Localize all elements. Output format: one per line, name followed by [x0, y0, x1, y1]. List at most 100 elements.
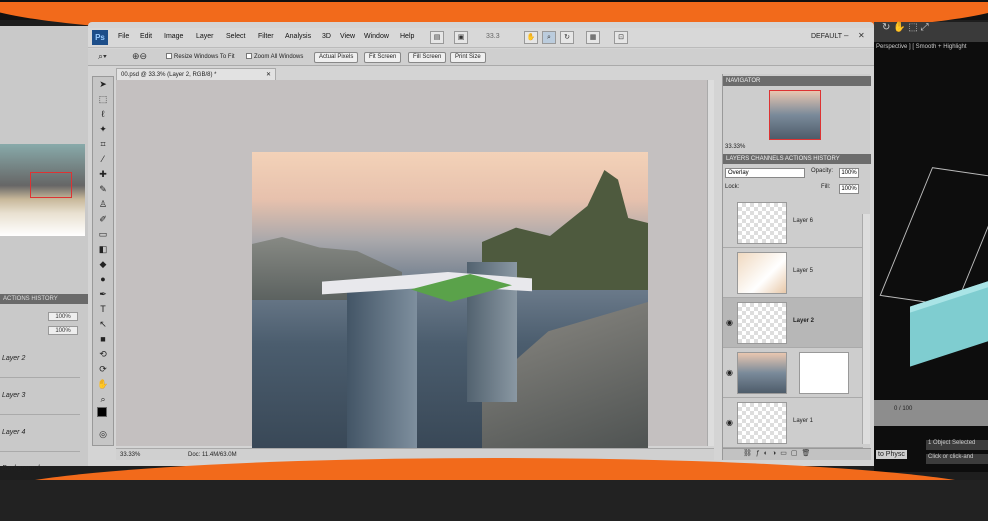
canvas-scrollbar[interactable] — [707, 80, 714, 446]
menu-file[interactable]: File — [118, 33, 129, 40]
left-layer-item[interactable]: Layer 2 — [0, 342, 80, 378]
eyedropper-tool-icon[interactable]: ⁄ — [93, 152, 113, 167]
pen-tool-icon[interactable]: ✒ — [93, 287, 113, 302]
resize-windows-checkbox[interactable]: Resize Windows To Fit — [166, 53, 235, 60]
workspace-switcher[interactable]: DEFAULT — [811, 33, 842, 40]
zoom-preset-icon[interactable]: ⌕▾ — [98, 51, 107, 62]
foreground-color-swatch[interactable] — [97, 407, 107, 417]
menu-image[interactable]: Image — [164, 33, 183, 40]
layer-thumbnail — [737, 302, 787, 344]
3d-orbit-tool-icon[interactable]: ⟳ — [93, 362, 113, 377]
time-slider[interactable] — [874, 400, 988, 426]
gradient-tool-icon[interactable]: ◧ — [93, 242, 113, 257]
image-tower-left — [347, 282, 417, 448]
menu-3d[interactable]: 3D — [322, 33, 331, 40]
menu-view[interactable]: View — [340, 33, 355, 40]
layers-panel-tabs[interactable]: LAYERS CHANNELS ACTIONS HISTORY — [723, 154, 871, 164]
menu-help[interactable]: Help — [400, 33, 414, 40]
blend-mode-select[interactable]: Overlay — [725, 168, 805, 178]
layer-row-selected[interactable]: ◉ Layer 2 — [723, 298, 863, 348]
menu-filter[interactable]: Filter — [258, 33, 274, 40]
fill-field[interactable]: 100% — [839, 184, 859, 194]
navigator-thumbnail[interactable] — [769, 90, 821, 140]
fill-label: Fill: — [821, 184, 831, 190]
left-layer-item[interactable]: Layer 4 — [0, 416, 80, 452]
layer-row[interactable]: Layer 6 — [723, 198, 863, 248]
arrange-documents-icon[interactable]: ▦ — [586, 31, 600, 44]
left-fill[interactable]: 100% — [48, 326, 78, 335]
status-zoom[interactable]: 33.33% — [120, 449, 140, 461]
view-extras-icon[interactable]: ▣ — [454, 31, 468, 44]
layer-name: Layer 1 — [793, 418, 814, 424]
opacity-field[interactable]: 100% — [839, 168, 859, 178]
brush-tool-icon[interactable]: ✎ — [93, 182, 113, 197]
clone-stamp-tool-icon[interactable]: ♙ — [93, 197, 113, 212]
marquee-tool-icon[interactable]: ⬚ — [93, 92, 113, 107]
eraser-tool-icon[interactable]: ▭ — [93, 227, 113, 242]
healing-brush-tool-icon[interactable]: ✚ — [93, 167, 113, 182]
zoom-level-field[interactable]: 33.3 — [486, 33, 500, 40]
eye-icon[interactable]: ◉ — [726, 318, 733, 327]
tools-panel: ➤ ⬚ ℓ ✦ ⌗ ⁄ ✚ ✎ ♙ ✐ ▭ ◧ ◆ ● ✒ T ↖ ■ ⟲ ⟳ … — [92, 76, 114, 446]
max-physc-label: to Physc — [876, 450, 907, 459]
history-brush-tool-icon[interactable]: ✐ — [93, 212, 113, 227]
menu-layer[interactable]: Layer — [196, 33, 214, 40]
max-toolbar[interactable]: ↻ ✋ ⬚ ⤢ — [874, 22, 988, 42]
document-tab-title: 00.psd @ 33.3% (Layer 2, RGB/8) * — [121, 72, 217, 78]
actual-pixels-button[interactable]: Actual Pixels — [314, 52, 359, 63]
layer-row[interactable]: ◉ — [723, 348, 863, 398]
left-opacity[interactable]: 100% — [48, 312, 78, 321]
fit-screen-button[interactable]: Fit Screen — [364, 52, 402, 63]
magic-wand-tool-icon[interactable]: ✦ — [93, 122, 113, 137]
layers-scrollbar[interactable] — [862, 214, 870, 444]
viewport-label[interactable]: Perspective ] [ Smooth + Highlight — [876, 44, 967, 50]
hand-tool-side-icon[interactable]: ✋ — [93, 377, 113, 392]
layer-mask-thumbnail[interactable] — [799, 352, 849, 394]
shape-tool-icon[interactable]: ■ — [93, 332, 113, 347]
zoom-tool-icon[interactable]: ⌕ — [542, 31, 556, 44]
fill-screen-button[interactable]: Fill Screen — [408, 52, 447, 63]
quick-mask-icon[interactable]: ◎ — [93, 427, 113, 442]
document-tab[interactable]: 00.psd @ 33.3% (Layer 2, RGB/8) * ✕ — [116, 68, 276, 80]
move-tool-icon[interactable]: ➤ — [93, 77, 113, 92]
layer-thumbnail — [737, 352, 787, 394]
layer-row[interactable]: ◉ Layer 1 — [723, 398, 863, 448]
zoom-all-windows-checkbox[interactable]: Zoom All Windows — [246, 53, 303, 60]
max-prompt-text: Click or click-and — [926, 454, 988, 464]
zoom-tool-side-icon[interactable]: ⌕ — [93, 392, 113, 407]
canvas-area[interactable] — [116, 80, 714, 448]
navigator-zoom[interactable]: 33.33% — [725, 144, 745, 150]
right-panels: NAVIGATOR 33.33% LAYERS CHANNELS ACTIONS… — [722, 74, 871, 460]
path-selection-tool-icon[interactable]: ↖ — [93, 317, 113, 332]
type-tool-icon[interactable]: T — [93, 302, 113, 317]
hand-tool-icon[interactable]: ✋ — [524, 31, 538, 44]
zoom-in-out-icon[interactable]: ⊕⊖ — [132, 51, 147, 62]
close-icon[interactable]: ✕ — [858, 31, 865, 40]
crop-tool-icon[interactable]: ⌗ — [93, 137, 113, 152]
menu-select[interactable]: Select — [226, 33, 245, 40]
left-panel-tabs[interactable]: ACTIONS HISTORY — [0, 294, 88, 304]
layers-footer-icons[interactable]: ⛓ƒ◐◑▭▢🗑 — [723, 448, 871, 460]
navigator-panel-title[interactable]: NAVIGATOR — [723, 76, 871, 86]
blur-tool-icon[interactable]: ◆ — [93, 257, 113, 272]
minimize-icon[interactable]: – — [844, 31, 848, 40]
eye-icon[interactable]: ◉ — [726, 368, 733, 377]
lasso-tool-icon[interactable]: ℓ — [93, 107, 113, 122]
bottom-frame — [0, 480, 988, 521]
print-size-button[interactable]: Print Size — [450, 52, 486, 63]
rotate-view-icon[interactable]: ↻ — [560, 31, 574, 44]
document-image[interactable] — [252, 152, 648, 448]
max-status-text: 1 Object Selected — [926, 440, 988, 450]
left-layer-item[interactable]: Layer 3 — [0, 379, 80, 415]
bridge-icon[interactable]: ▤ — [430, 31, 444, 44]
photoshop-window: Ps File Edit Image Layer Select Filter A… — [88, 22, 874, 466]
layer-name: Layer 5 — [793, 268, 814, 274]
menu-analysis[interactable]: Analysis — [285, 33, 311, 40]
menu-edit[interactable]: Edit — [140, 33, 152, 40]
dodge-tool-icon[interactable]: ● — [93, 272, 113, 287]
screen-mode-icon[interactable]: ⊡ — [614, 31, 628, 44]
layer-row[interactable]: Layer 5 — [723, 248, 863, 298]
menu-window[interactable]: Window — [364, 33, 389, 40]
eye-icon[interactable]: ◉ — [726, 418, 733, 427]
3d-rotate-tool-icon[interactable]: ⟲ — [93, 347, 113, 362]
